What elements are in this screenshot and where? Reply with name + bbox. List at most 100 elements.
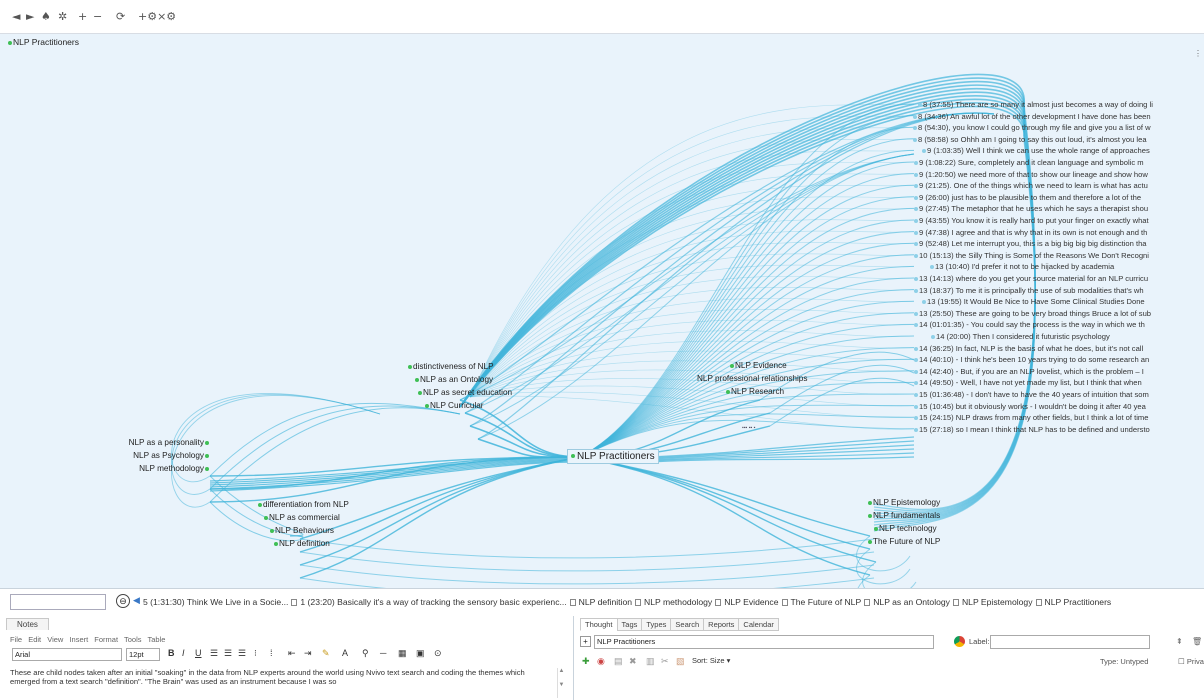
number-list-icon[interactable]: ⁞ — [270, 648, 273, 658]
thought-search-input[interactable] — [10, 594, 106, 610]
thought-list-item[interactable]: 9 (21:25). One of the things which we ne… — [914, 181, 1148, 190]
node-ontology[interactable]: NLP as an Ontology — [415, 375, 493, 385]
pin-icon[interactable]: ✲ — [58, 10, 67, 24]
thought-list-item[interactable]: 9 (1:08:22) Sure, completely and it clea… — [914, 158, 1144, 167]
breadcrumb-item[interactable]: NLP definition — [579, 597, 632, 607]
bullet-list-icon[interactable]: ⁝ — [254, 648, 257, 659]
node-professional-relationships[interactable]: NLP professional relationships — [697, 374, 807, 384]
node-nlp-psychology[interactable]: NLP as Psychology — [133, 451, 209, 461]
thought-list-item[interactable]: 9 (43:55) You know it is really hard to … — [914, 216, 1149, 225]
tab-types[interactable]: Types — [641, 618, 672, 631]
font-size-select[interactable]: 12pt — [126, 648, 160, 661]
thought-name-input[interactable]: NLP Practitioners — [594, 635, 934, 649]
active-thought-node[interactable]: NLP Practitioners — [567, 449, 659, 464]
zoom-in-icon[interactable]: + — [78, 10, 87, 24]
menu-view[interactable]: View — [47, 635, 63, 644]
thought-list-item[interactable]: 13 (10:40) I'd prefer it not to be hijac… — [930, 262, 1114, 271]
node-research[interactable]: NLP Research — [726, 387, 784, 397]
thought-list-item[interactable]: 9 (1:20:50) we need more of that to show… — [914, 170, 1148, 179]
italic-button[interactable]: I — [182, 648, 185, 658]
root-thought-label[interactable]: NLP Practitioners — [8, 37, 79, 47]
more-icon[interactable]: ⊙ — [434, 648, 442, 659]
thought-list-item[interactable]: 13 (19:55) It Would Be Nice to Have Some… — [922, 297, 1145, 306]
link-icon[interactable]: ⚲ — [362, 648, 369, 659]
thought-list-item[interactable]: 10 (15:13) the Silly Thing is Some of th… — [914, 251, 1149, 260]
breadcrumb-item[interactable]: 5 (1:31:30) Think We Live in a Socie... — [143, 597, 288, 607]
breadcrumb-item[interactable]: NLP Epistemology — [962, 597, 1033, 607]
side-marker-icon[interactable]: ⋮ — [1194, 49, 1202, 58]
menu-edit[interactable]: Edit — [28, 635, 41, 644]
tab-tags[interactable]: Tags — [616, 618, 643, 631]
scroll-down-icon[interactable]: ▼ — [558, 682, 565, 688]
align-left-icon[interactable]: ☰ — [210, 648, 218, 659]
thought-list-item[interactable]: 8 (37:55) There are so many it almost ju… — [918, 100, 1153, 109]
expand-plus-icon[interactable]: + — [580, 636, 591, 647]
image-icon[interactable]: ▣ — [416, 648, 425, 659]
node-definition[interactable]: NLP definition — [274, 539, 330, 549]
thought-list-item[interactable]: 13 (18:37) To me it is principally the u… — [914, 286, 1144, 295]
web-attachment-icon[interactable]: ◉ — [597, 656, 605, 667]
thought-list-item[interactable]: 15 (27:18) so I mean I think that NLP ha… — [914, 425, 1150, 434]
thought-list-item[interactable]: 13 (14:13) where do you get your source … — [914, 274, 1148, 283]
breadcrumb-item[interactable]: 1 (23:20) Basically it's a way of tracki… — [300, 597, 566, 607]
thought-list-item[interactable]: 9 (52:48) Let me interrupt you, this is … — [914, 239, 1147, 248]
home-icon[interactable]: ♠ — [41, 10, 51, 24]
node-behaviours[interactable]: NLP Behaviours — [270, 526, 334, 536]
bold-button[interactable]: B — [168, 648, 175, 658]
browser-icon[interactable] — [954, 636, 965, 647]
thought-list-item[interactable]: 14 (20:00) Then I considered it futurist… — [931, 332, 1110, 341]
thought-list-item[interactable]: 15 (01:36:48) - I don't have to have the… — [914, 390, 1149, 399]
menu-insert[interactable]: Insert — [69, 635, 88, 644]
pin-icon[interactable]: ⇞ — [1176, 637, 1183, 646]
history-back-icon[interactable]: ◀ — [133, 595, 140, 606]
breadcrumb-item[interactable]: NLP methodology — [644, 597, 712, 607]
tab-thought[interactable]: Thought — [580, 618, 618, 631]
node-fundamentals[interactable]: NLP fundamentals — [868, 511, 940, 521]
text-color-icon[interactable]: A — [342, 648, 348, 658]
scroll-up-icon[interactable]: ▲ — [558, 668, 565, 674]
thought-list-item[interactable]: 9 (27:45) The metaphor that he uses whic… — [914, 204, 1148, 213]
tab-search[interactable]: Search — [670, 618, 705, 631]
node-technology[interactable]: NLP technology — [874, 524, 937, 534]
node-secret-education[interactable]: NLP as secret education — [418, 388, 512, 398]
outdent-icon[interactable]: ⇤ — [288, 648, 296, 659]
node-nlp-methodology[interactable]: NLP methodology — [139, 464, 209, 474]
folder-icon[interactable]: ▤ — [614, 656, 623, 667]
notes-text[interactable]: These are child nodes taken after an ini… — [10, 668, 550, 686]
private-checkbox[interactable]: ☐ Priva — [1178, 657, 1204, 666]
add-attachment-icon[interactable]: ✚ — [582, 656, 590, 667]
thought-list-item[interactable]: 14 (01:01:35) - You could say the proces… — [914, 320, 1145, 329]
thought-list-item[interactable]: 15 (10:45) but it obviously works - I wo… — [914, 402, 1146, 411]
trash-icon[interactable]: 🗑 — [1192, 637, 1202, 646]
font-select[interactable]: Arial — [12, 648, 122, 661]
menu-format[interactable]: Format — [94, 635, 118, 644]
forward-icon[interactable]: ► — [26, 10, 34, 24]
tab-notes[interactable]: Notes — [6, 618, 49, 630]
align-right-icon[interactable]: ☰ — [238, 648, 246, 659]
menu-table[interactable]: Table — [147, 635, 165, 644]
rule-icon[interactable]: ─ — [380, 648, 386, 658]
node-differentiation[interactable]: differentiation from NLP — [258, 500, 349, 510]
breadcrumb-item[interactable]: NLP as an Ontology — [873, 597, 950, 607]
breadcrumb-item[interactable]: NLP Practitioners — [1045, 597, 1112, 607]
refresh-icon[interactable]: ⟳ — [116, 10, 125, 24]
type-caption[interactable]: Type: Untyped — [1100, 657, 1148, 666]
node-evidence[interactable]: NLP Evidence — [730, 361, 787, 371]
tab-reports[interactable]: Reports — [703, 618, 740, 631]
thought-list-item[interactable]: 9 (26:00) just has to be plausible to th… — [914, 193, 1141, 202]
copy-icon[interactable]: ▥ — [646, 656, 655, 667]
table-icon[interactable]: ▦ — [398, 648, 407, 659]
thought-list-item[interactable]: 14 (49:50) - Well, I have not yet made m… — [914, 378, 1142, 387]
align-center-icon[interactable]: ☰ — [224, 648, 232, 659]
node-curricular[interactable]: NLP Curricular — [425, 401, 484, 411]
paste-icon[interactable]: ▧ — [676, 656, 685, 667]
plex-graph[interactable]: NLP Practitioners ⋮ NLP as a personality… — [0, 34, 1204, 588]
notes-scrollbar[interactable]: ▲ ▼ — [557, 668, 565, 698]
cut-icon[interactable]: ✂ — [661, 656, 669, 667]
delete-attachment-icon[interactable]: ✖ — [629, 656, 637, 667]
thought-list-item[interactable]: 8 (58:58) so Ohhh am I going to say this… — [913, 135, 1147, 144]
node-epistemology[interactable]: NLP Epistemology — [868, 498, 940, 508]
tab-calendar[interactable]: Calendar — [738, 618, 779, 631]
thought-list-item[interactable]: 8 (34:36) An awful lot of the other deve… — [913, 112, 1151, 121]
thought-list-item[interactable]: 15 (24:15) NLP draws from many other fie… — [914, 413, 1148, 422]
